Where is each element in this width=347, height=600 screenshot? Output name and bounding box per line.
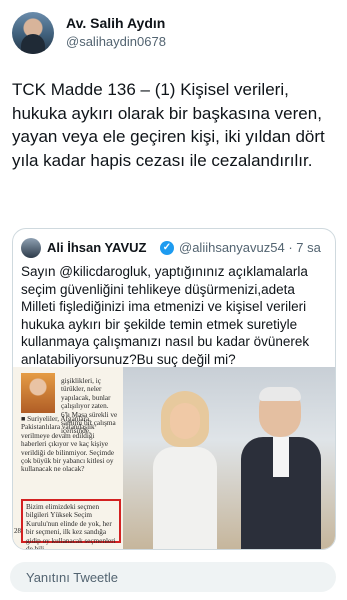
man-figure xyxy=(241,387,321,549)
tweet-header: Av. Salih Aydın @salihaydin0678 xyxy=(12,12,335,58)
tweet-text: TCK Madde 136 – (1) Kişisel verileri, hu… xyxy=(12,80,325,170)
author-avatar[interactable] xyxy=(12,12,54,54)
page-number: 28 xyxy=(14,527,21,535)
highlighted-text-box: Bizim elimizdeki seçmen bilgileri Yüksek… xyxy=(21,499,121,549)
quoted-tweet-image[interactable]: gişiklikleri, iç türükler, neler yapılac… xyxy=(13,367,335,549)
highlighted-text: Bizim elimizdeki seçmen bilgileri Yüksek… xyxy=(26,503,116,549)
quoted-author-name[interactable]: Ali İhsan YAVUZ xyxy=(47,240,146,255)
quoted-author-avatar[interactable] xyxy=(21,238,41,258)
newspaper-text-middle: ■ Suriyeliler, Afganlara, Pakistanlılara… xyxy=(21,415,115,474)
author-name[interactable]: Av. Salih Aydın xyxy=(66,15,165,31)
interview-photo xyxy=(123,367,335,549)
quoted-author-handle-time[interactable]: @aliihsanyavuz54 · 7 sa xyxy=(179,240,321,255)
reply-input[interactable]: Yanıtını Tweetle xyxy=(10,562,336,592)
author-handle[interactable]: @salihaydin0678 xyxy=(66,34,166,49)
newspaper-column: gişiklikleri, iç türükler, neler yapılac… xyxy=(13,367,123,549)
quoted-tweet[interactable]: Ali İhsan YAVUZ ✓ @aliihsanyavuz54 · 7 s… xyxy=(12,228,336,550)
quoted-tweet-text: Sayın @kilicdarogluk, yaptığınınız açıkl… xyxy=(21,264,310,367)
verified-badge-icon: ✓ xyxy=(160,241,174,255)
newspaper-portrait-photo xyxy=(21,373,55,413)
reply-placeholder: Yanıtını Tweetle xyxy=(26,570,119,585)
woman-figure xyxy=(153,391,217,549)
quoted-tweet-header: Ali İhsan YAVUZ ✓ @aliihsanyavuz54 · 7 s… xyxy=(21,238,327,258)
